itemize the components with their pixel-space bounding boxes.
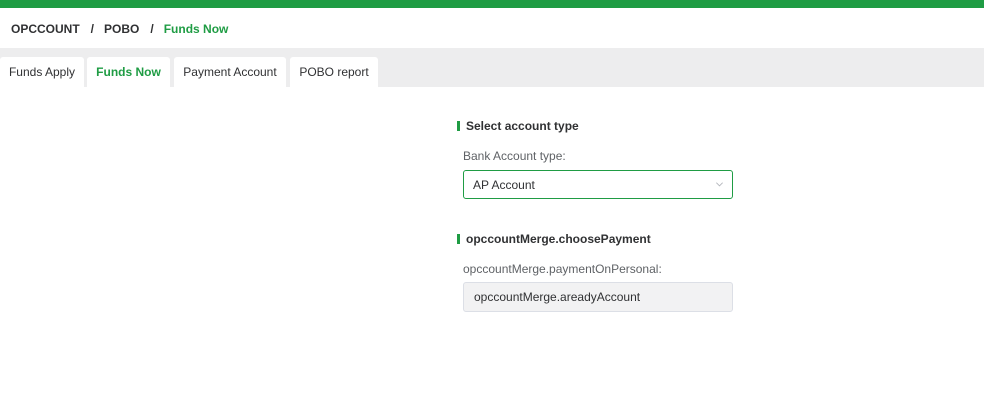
breadcrumb-current: Funds Now bbox=[163, 22, 229, 36]
payment-on-personal-label: opccountMerge.paymentOnPersonal: bbox=[463, 262, 662, 276]
section-title-choose-payment: opccountMerge.choosePayment bbox=[457, 231, 651, 247]
section-marker bbox=[457, 121, 460, 131]
breadcrumb-item-opccount[interactable]: OPCCOUNT bbox=[11, 22, 80, 36]
chevron-down-icon bbox=[716, 182, 723, 187]
bank-account-type-label: Bank Account type: bbox=[463, 149, 566, 163]
bank-account-type-select[interactable]: AP Account bbox=[463, 170, 733, 199]
tab-payment-account[interactable]: Payment Account bbox=[174, 57, 286, 87]
already-account-field: opccountMerge.areadyAccount bbox=[463, 282, 733, 312]
breadcrumb: OPCCOUNT / POBO / Funds Now bbox=[11, 21, 228, 37]
section-title-account-type: Select account type bbox=[457, 118, 579, 134]
section-title-text: Select account type bbox=[466, 119, 579, 133]
tab-bar: Funds Apply Funds Now Payment Account PO… bbox=[0, 48, 984, 87]
tab-funds-now[interactable]: Funds Now bbox=[87, 57, 170, 87]
tab-pobo-report[interactable]: POBO report bbox=[290, 57, 378, 87]
tab-funds-apply[interactable]: Funds Apply bbox=[0, 57, 84, 87]
already-account-value: opccountMerge.areadyAccount bbox=[474, 290, 641, 304]
bank-account-type-value: AP Account bbox=[473, 177, 535, 192]
breadcrumb-separator: / bbox=[90, 22, 95, 36]
section-marker bbox=[457, 234, 460, 244]
breadcrumb-separator: / bbox=[150, 22, 154, 36]
breadcrumb-item-pobo[interactable]: POBO bbox=[104, 22, 139, 36]
top-accent-bar bbox=[0, 0, 984, 8]
section-title-text: opccountMerge.choosePayment bbox=[466, 232, 651, 246]
